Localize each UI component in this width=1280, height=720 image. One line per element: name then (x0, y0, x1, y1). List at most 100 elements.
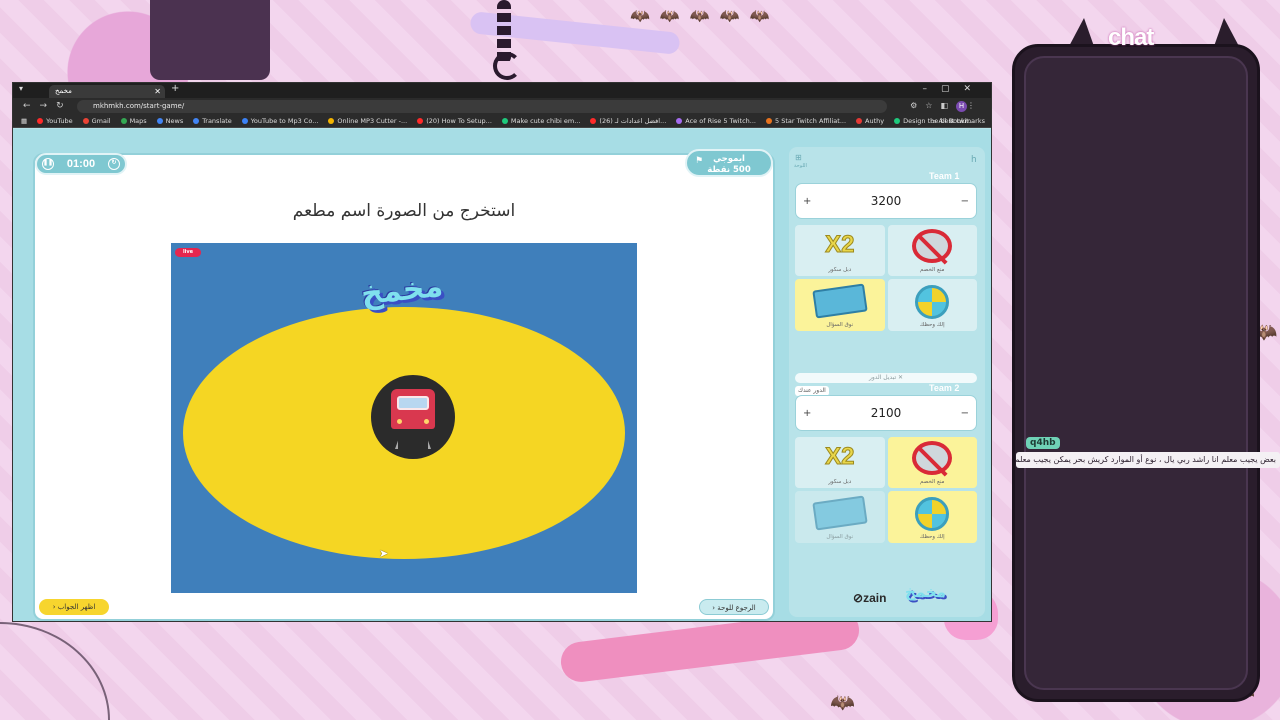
decrease-score-button[interactable]: − (961, 196, 969, 207)
chat-message: بعض يجيب معلم انا راشد ربي يال ، نوع أو … (1016, 452, 1280, 468)
bookmark-label: YouTube to Mp3 Co... (250, 117, 319, 125)
bookmark-favicon-icon (241, 118, 248, 124)
bookmark-item[interactable]: Make cute chibi em... (501, 117, 580, 125)
bookmark-item[interactable]: Authy (856, 117, 884, 125)
bookmark-label: (20) How To Setup... (426, 117, 492, 125)
powerup-card[interactable]: إلك وحظك (887, 490, 977, 543)
bookmark-item[interactable]: Gmail (82, 117, 111, 125)
team2-score-box: + 2100 − (795, 395, 977, 431)
train-icon (371, 375, 455, 459)
bookmark-favicon-icon (590, 118, 597, 124)
all-bookmarks-link[interactable]: ▭ All Bookmarks (930, 117, 985, 125)
bookmark-item[interactable]: 5 Star Twitch Affiliat... (766, 117, 846, 125)
bat-garland-decoration: 🦇🦇🦇🦇🦇 (630, 6, 780, 25)
bookmark-favicon-icon (193, 118, 200, 124)
powerup-label: إلك وحظك (919, 534, 945, 540)
increase-score-button[interactable]: + (803, 408, 811, 419)
powerup-card[interactable]: X2 دبل سكور (795, 437, 885, 488)
bookmark-label: 5 Star Twitch Affiliat... (775, 117, 847, 125)
bat-icon: 🦇 (830, 690, 855, 714)
bookmark-favicon-icon (156, 118, 163, 124)
show-answer-label: اظهر الجواب (57, 603, 96, 611)
bookmark-favicon-icon (120, 118, 127, 124)
powerup-card[interactable]: نوق السؤال (795, 278, 885, 331)
powerup-label: منع الخصم (920, 478, 945, 485)
train-window (397, 396, 429, 410)
bookmarks-bar: ▦ YouTube Gmail Maps News Translate YouTube t… (13, 115, 991, 128)
bookmark-label: Ace of Rise 5 Twitch... (685, 117, 757, 125)
board-icon[interactable]: ⊞ (795, 153, 802, 162)
wheel-icon (915, 284, 950, 319)
chat-title: chat (1108, 24, 1154, 51)
powerup-card[interactable]: منع الخصم (887, 225, 977, 276)
back-to-board-button[interactable]: الرجوع للوحة ‹ (699, 599, 769, 615)
increase-score-button[interactable]: + (803, 196, 811, 207)
cards-icon (812, 495, 868, 530)
bookmark-label: Maps (129, 117, 147, 125)
switch-turn-button[interactable]: ✕ تبديل الدور (795, 373, 977, 383)
chat-username: q4hb (1026, 437, 1060, 449)
bookmark-favicon-icon (856, 118, 863, 124)
bookmark-item[interactable]: YouTube (37, 117, 73, 125)
timer-value: 01:00 (66, 158, 96, 170)
powerup-card[interactable]: إلك وحظك (887, 278, 977, 331)
zain-logo: ⊘zain (853, 591, 887, 605)
back-to-board-label: الرجوع للوحة (717, 604, 756, 612)
bookmark-item[interactable]: (26) افضل اعدادات لـ... (590, 117, 666, 125)
bookmark-item[interactable]: YouTube to Mp3 Co... (241, 117, 319, 125)
mouse-cursor-icon: ➤ (379, 547, 389, 560)
tab-search-icon[interactable]: ▾ (19, 84, 23, 93)
train-lights (397, 419, 429, 424)
team1-score-box: + 3200 − (795, 183, 977, 219)
team1-score: 3200 (870, 194, 902, 208)
cards-icon (812, 283, 868, 318)
pause-icon[interactable]: ❚❚ (42, 158, 54, 170)
bookmark-item[interactable]: Maps (120, 117, 147, 125)
bookmark-favicon-icon (676, 118, 683, 124)
powerup-label: نوق السؤال (826, 534, 854, 540)
powerup-label: إلك وحظك (919, 322, 945, 328)
apps-icon[interactable]: ▦ (21, 117, 27, 125)
x2-icon: X2 (825, 231, 855, 258)
moon-icon (493, 52, 521, 80)
bookmark-item[interactable]: (20) How To Setup... (417, 117, 492, 125)
powerup-label: نوق السؤال (826, 322, 854, 328)
navigation-buttons[interactable]: ←→↻ (23, 101, 73, 111)
avatar[interactable]: H (956, 101, 967, 112)
timer: ❚❚ 01:00 ↻ (35, 153, 127, 175)
browser-tab[interactable]: مخمخ ✕ (49, 85, 165, 98)
chat-panel (1024, 56, 1248, 690)
window-controls[interactable]: –▢✕ (922, 84, 985, 94)
reset-icon[interactable]: ↻ (107, 158, 120, 170)
toolbar-icons[interactable]: ⚙☆◧ H ⋮ (910, 101, 983, 112)
browser-window: ▾ مخمخ ✕ + –▢✕ ←→↻ mkhmkh.com/start-game… (12, 82, 992, 622)
flag-icon[interactable]: ⚑ (695, 156, 703, 166)
bookmark-item[interactable]: Ace of Rise 5 Twitch... (676, 117, 756, 125)
category-points: 500 نقطة (707, 165, 751, 175)
bookmark-item[interactable]: Online MP3 Cutter -... (328, 117, 407, 125)
bookmark-label: News (165, 117, 184, 125)
url-input[interactable]: mkhmkh.com/start-game/ (77, 100, 887, 113)
bookmark-item[interactable]: News (156, 117, 184, 125)
x2-icon: X2 (825, 443, 855, 470)
question-image: live مخمخ ➤ (171, 243, 637, 593)
bookmark-label: Authy (865, 117, 885, 125)
ban-icon (912, 229, 953, 263)
powerup-card[interactable]: منع الخصم (887, 437, 977, 488)
close-icon[interactable]: ✕ (154, 85, 161, 98)
bookmark-favicon-icon (417, 118, 424, 124)
ban-icon (912, 441, 953, 475)
bookmark-favicon-icon (82, 118, 89, 124)
powerup-card[interactable]: نوق السؤال (795, 490, 885, 543)
live-badge: live (175, 248, 201, 257)
powerup-card[interactable]: X2 دبل سكور (795, 225, 885, 276)
bookmark-item[interactable]: Translate (193, 117, 232, 125)
new-tab-button[interactable]: + (171, 83, 179, 94)
spellbook-decoration (150, 0, 270, 80)
brand-logo: مخمخ (905, 583, 946, 601)
game-page: ❚❚ 01:00 ↻ ايموجي 500 نقطة ⚑ استخرج من ا… (13, 129, 991, 621)
all-bookmarks-label: All Bookmarks (938, 117, 985, 125)
bookmark-label: Online MP3 Cutter -... (337, 117, 408, 125)
decrease-score-button[interactable]: − (961, 408, 969, 419)
show-answer-button[interactable]: اظهر الجواب ‹ (39, 599, 109, 615)
